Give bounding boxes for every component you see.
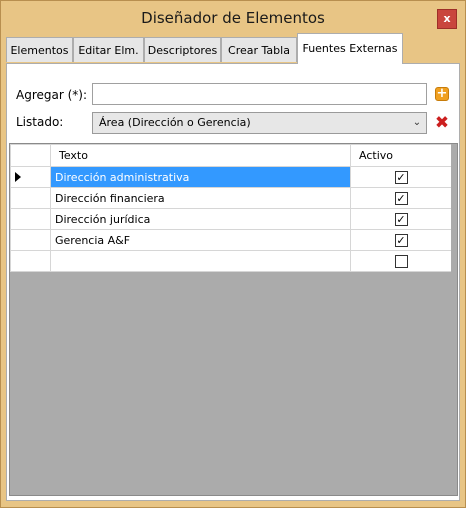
activo-cell[interactable]: ✓ (350, 229, 452, 251)
delete-icon[interactable]: ✖ (434, 115, 450, 132)
activo-cell[interactable]: ✓ (350, 166, 452, 188)
texto-cell[interactable]: Gerencia A&F (50, 229, 351, 251)
tab-strip: Elementos Editar Elm. Descriptores Crear… (6, 33, 461, 64)
column-header-texto[interactable]: Texto (50, 144, 351, 167)
texto-cell[interactable]: Dirección financiera (50, 187, 351, 209)
current-row-icon (15, 172, 21, 182)
agregar-input[interactable] (92, 83, 427, 105)
row-header[interactable] (10, 208, 51, 230)
title-bar[interactable]: Diseñador de Elementos x (1, 1, 465, 35)
activo-checkbox[interactable]: ✓ (394, 212, 408, 226)
window-title: Diseñador de Elementos (141, 9, 325, 27)
activo-cell[interactable] (350, 250, 452, 272)
column-header-activo[interactable]: Activo (350, 144, 452, 167)
activo-checkbox[interactable]: ✓ (394, 233, 408, 247)
designer-window: Diseñador de Elementos x Elementos Edita… (0, 0, 466, 508)
row-header[interactable] (10, 229, 51, 251)
activo-cell[interactable]: ✓ (350, 208, 452, 230)
new-row[interactable] (10, 250, 452, 272)
row-header[interactable] (10, 187, 51, 209)
listado-select[interactable]: Área (Dirección o Gerencia) ⌄ (92, 112, 427, 134)
close-icon: x (443, 12, 451, 25)
activo-checkbox[interactable]: ✓ (394, 170, 408, 184)
table-row[interactable]: Dirección financiera ✓ (10, 187, 452, 209)
listado-selected-value: Área (Dirección o Gerencia) (99, 116, 251, 129)
texto-cell[interactable] (50, 250, 351, 272)
add-icon[interactable]: + (435, 87, 449, 101)
tab-crear-tabla[interactable]: Crear Tabla (221, 37, 297, 62)
texto-cell[interactable]: Dirección jurídica (50, 208, 351, 230)
table-row[interactable]: Gerencia A&F ✓ (10, 229, 452, 251)
tab-editar-elm[interactable]: Editar Elm. (73, 37, 144, 62)
chevron-down-icon[interactable]: ⌄ (408, 113, 426, 133)
grid-scrollbar[interactable] (451, 144, 457, 495)
tab-descriptores[interactable]: Descriptores (144, 37, 221, 62)
table-row[interactable]: Dirección jurídica ✓ (10, 208, 452, 230)
activo-checkbox[interactable] (394, 254, 408, 268)
close-button[interactable]: x (437, 9, 457, 29)
data-grid: Texto Activo Dirección administrativa ✓ … (9, 143, 458, 496)
grid-table: Texto Activo Dirección administrativa ✓ … (10, 144, 452, 272)
row-header[interactable] (10, 166, 51, 188)
tab-elementos[interactable]: Elementos (6, 37, 73, 62)
tab-fuentes-externas[interactable]: Fuentes Externas (297, 33, 403, 64)
row-header-corner (10, 144, 51, 167)
activo-cell[interactable]: ✓ (350, 187, 452, 209)
grid-header-row: Texto Activo (10, 144, 452, 167)
listado-label: Listado: (16, 115, 64, 129)
table-row[interactable]: Dirección administrativa ✓ (10, 166, 452, 188)
activo-checkbox[interactable]: ✓ (394, 191, 408, 205)
texto-cell[interactable]: Dirección administrativa (50, 166, 351, 188)
agregar-label: Agregar (*): (16, 88, 88, 102)
row-header[interactable] (10, 250, 51, 272)
